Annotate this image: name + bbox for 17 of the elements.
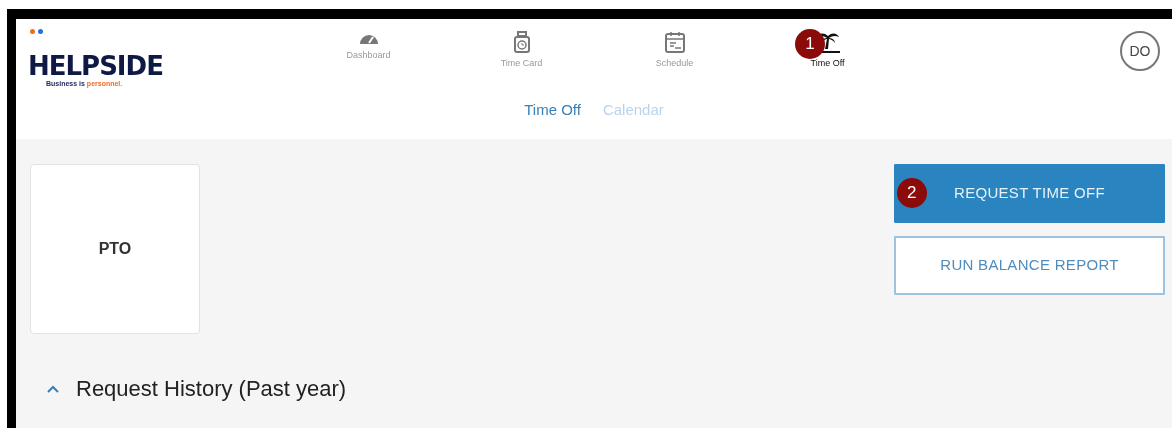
calendar-icon: [663, 31, 686, 53]
chevron-icon[interactable]: [46, 383, 60, 394]
sub-tab[interactable]: Time Off: [524, 99, 581, 122]
nav-item[interactable]: Time Off 1: [751, 31, 904, 71]
nav-item[interactable]: Schedule: [598, 31, 751, 71]
logo-dots-icon: [30, 29, 43, 34]
step-number-badge: 1: [795, 29, 825, 59]
step-number-badge: 2: [897, 178, 927, 208]
report-button[interactable]: RUN BALANCE REPORT: [894, 236, 1165, 295]
timer-icon: [512, 31, 531, 53]
logo-wordmark[interactable]: HELPSIDE: [28, 53, 163, 79]
request-button[interactable]: 2 REQUEST TIME OFF: [894, 164, 1165, 223]
balance-card: PTO: [30, 164, 200, 334]
nav-item[interactable]: Time Card: [445, 31, 598, 71]
user-avatar[interactable]: DO: [1120, 31, 1160, 71]
section-title: Request History (Past year): [76, 375, 347, 403]
nav-item[interactable]: Dashboard: [292, 31, 445, 71]
